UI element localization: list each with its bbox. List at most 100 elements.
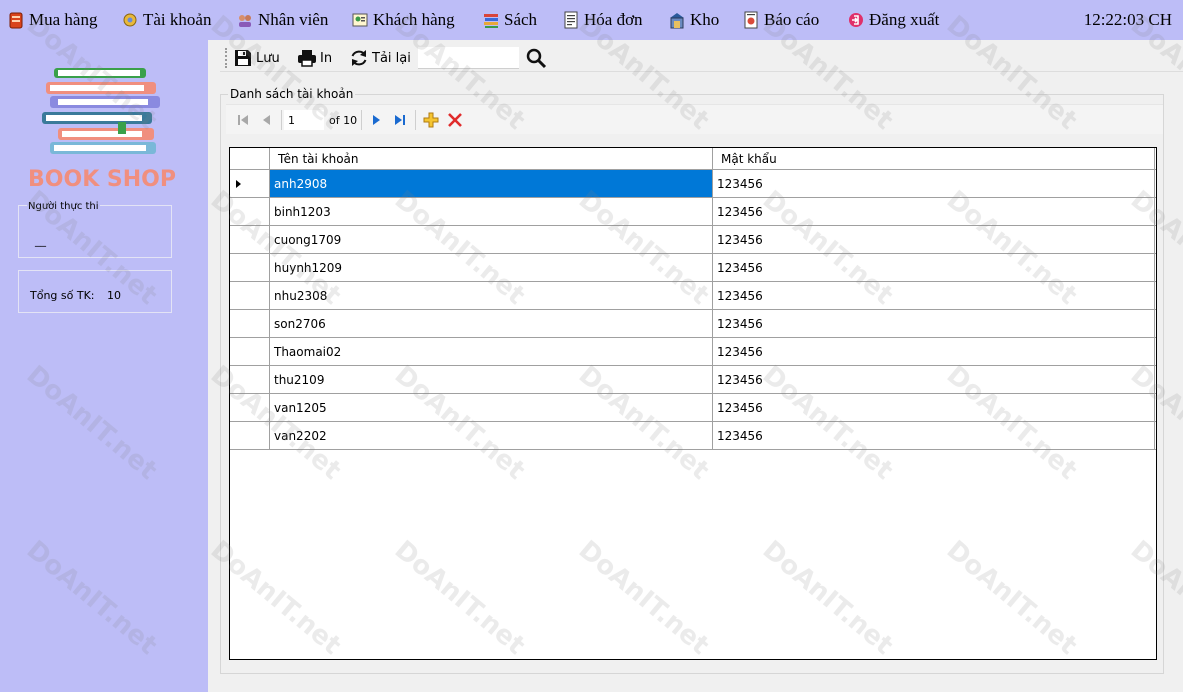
username-cell[interactable]: thu2109 [270,366,713,393]
account-grid[interactable]: Tên tài khoản Mật khẩu anh2908 123456 binh… [229,147,1157,660]
password-cell[interactable]: 123456 [713,338,1155,365]
navigator-separator [361,110,362,130]
move-previous-icon [263,115,270,125]
password-cell[interactable]: 123456 [713,226,1155,253]
account-icon [123,13,137,27]
move-next-button[interactable] [365,109,387,131]
total-accounts-value: 10 [107,289,121,302]
position-input[interactable] [284,110,324,130]
password-cell[interactable]: 123456 [713,366,1155,393]
password-cell[interactable]: 123456 [713,310,1155,337]
navigator-separator [415,110,416,130]
sidebar: BOOK SHOP Người thực thi __ Tổng số TK: … [0,40,208,692]
menu-label: Sách [504,10,538,29]
move-first-button[interactable] [232,109,254,131]
menu-item-books[interactable]: Sách [483,8,537,32]
employee-icon [239,15,251,27]
password-cell[interactable]: 123456 [713,254,1155,281]
menu-item-logout[interactable]: Đăng xuất [848,8,939,32]
menu-label: Báo cáo [764,10,820,29]
menu-item-customer[interactable]: Khách hàng [352,8,455,32]
row-header-cell[interactable] [230,170,270,197]
menu-label: Đăng xuất [869,10,940,29]
move-last-icon [395,115,405,125]
row-header-cell[interactable] [230,422,270,449]
table-row[interactable]: cuong1709 123456 [230,226,1156,254]
username-cell[interactable]: Thaomai02 [270,338,713,365]
menu-item-report[interactable]: Báo cáo [743,8,819,32]
print-label: In [320,50,333,66]
move-next-icon [373,115,380,125]
row-header-column[interactable] [230,148,270,169]
menu-label: Tài khoản [143,10,212,29]
username-cell[interactable]: van2202 [270,422,713,449]
username-cell[interactable]: huynh1209 [270,254,713,281]
search-icon[interactable] [525,47,547,69]
reload-button[interactable]: Tải lại [349,47,411,69]
username-cell[interactable]: nhu2308 [270,282,713,309]
menu-label: Mua hàng [29,10,98,29]
menu-item-warehouse[interactable]: Kho [669,8,719,32]
password-cell[interactable]: 123456 [713,170,1155,197]
table-row[interactable]: anh2908 123456 [230,170,1156,198]
menu-item-employee[interactable]: Nhân viên [237,8,328,32]
username-cell[interactable]: binh1203 [270,198,713,225]
books-icon [484,14,498,28]
delete-button[interactable] [444,109,466,131]
table-row[interactable]: son2706 123456 [230,310,1156,338]
account-list-caption: Danh sách tài khoản [228,87,356,101]
current-row-indicator-icon [236,180,241,188]
menu-item-invoice[interactable]: Hóa đơn [563,8,643,32]
password-cell[interactable]: 123456 [713,422,1155,449]
row-header-cell[interactable] [230,394,270,421]
table-row[interactable]: van1205 123456 [230,394,1156,422]
table-row[interactable]: binh1203 123456 [230,198,1156,226]
move-previous-button[interactable] [256,109,278,131]
menu-item-account[interactable]: Tài khoản [122,8,211,32]
username-cell[interactable]: son2706 [270,310,713,337]
password-cell[interactable]: 123456 [713,198,1155,225]
executor-label: Người thực thi [27,201,100,213]
password-cell[interactable]: 123456 [713,394,1155,421]
row-header-cell[interactable] [230,366,270,393]
username-cell[interactable]: cuong1709 [270,226,713,253]
table-row[interactable]: nhu2308 123456 [230,282,1156,310]
executor-box: Người thực thi __ [18,201,172,258]
column-header-password[interactable]: Mật khẩu [713,148,1155,169]
row-header-cell[interactable] [230,254,270,281]
password-cell[interactable]: 123456 [713,282,1155,309]
search-input[interactable] [418,47,519,69]
move-last-button[interactable] [389,109,411,131]
logout-icon [849,13,863,27]
customer-icon [352,13,368,27]
column-header-username[interactable]: Tên tài khoản [270,148,713,169]
print-button[interactable]: In [297,47,332,69]
binding-navigator: of 10 [226,104,1163,134]
save-button[interactable]: Lưu [233,47,280,69]
row-header-cell[interactable] [230,338,270,365]
row-header-cell[interactable] [230,310,270,337]
table-row[interactable]: huynh1209 123456 [230,254,1156,282]
row-header-cell[interactable] [230,282,270,309]
grid-header: Tên tài khoản Mật khẩu [230,148,1156,170]
row-header-cell[interactable] [230,198,270,225]
row-header-cell[interactable] [230,226,270,253]
save-icon [235,50,251,66]
menu-label: Nhân viên [258,10,329,29]
invoice-icon [564,11,578,29]
username-cell[interactable]: anh2908 [270,170,713,197]
clock: 12:22:03 CH [1083,10,1172,29]
logo-text: BOOK SHOP [28,167,176,192]
warehouse-icon [670,13,684,29]
main-menu-bar: Mua hàng Tài khoản Nhân viên Khách hàng [0,0,1183,40]
shopping-icon [9,12,23,29]
add-new-button[interactable] [420,109,442,131]
add-icon [423,112,439,128]
toolbar-grip[interactable] [225,48,228,68]
table-row[interactable]: thu2109 123456 [230,366,1156,394]
table-row[interactable]: van2202 123456 [230,422,1156,450]
table-row[interactable]: Thaomai02 123456 [230,338,1156,366]
menu-item-shopping[interactable]: Mua hàng [8,8,97,32]
username-cell[interactable]: van1205 [270,394,713,421]
report-icon [744,11,758,29]
